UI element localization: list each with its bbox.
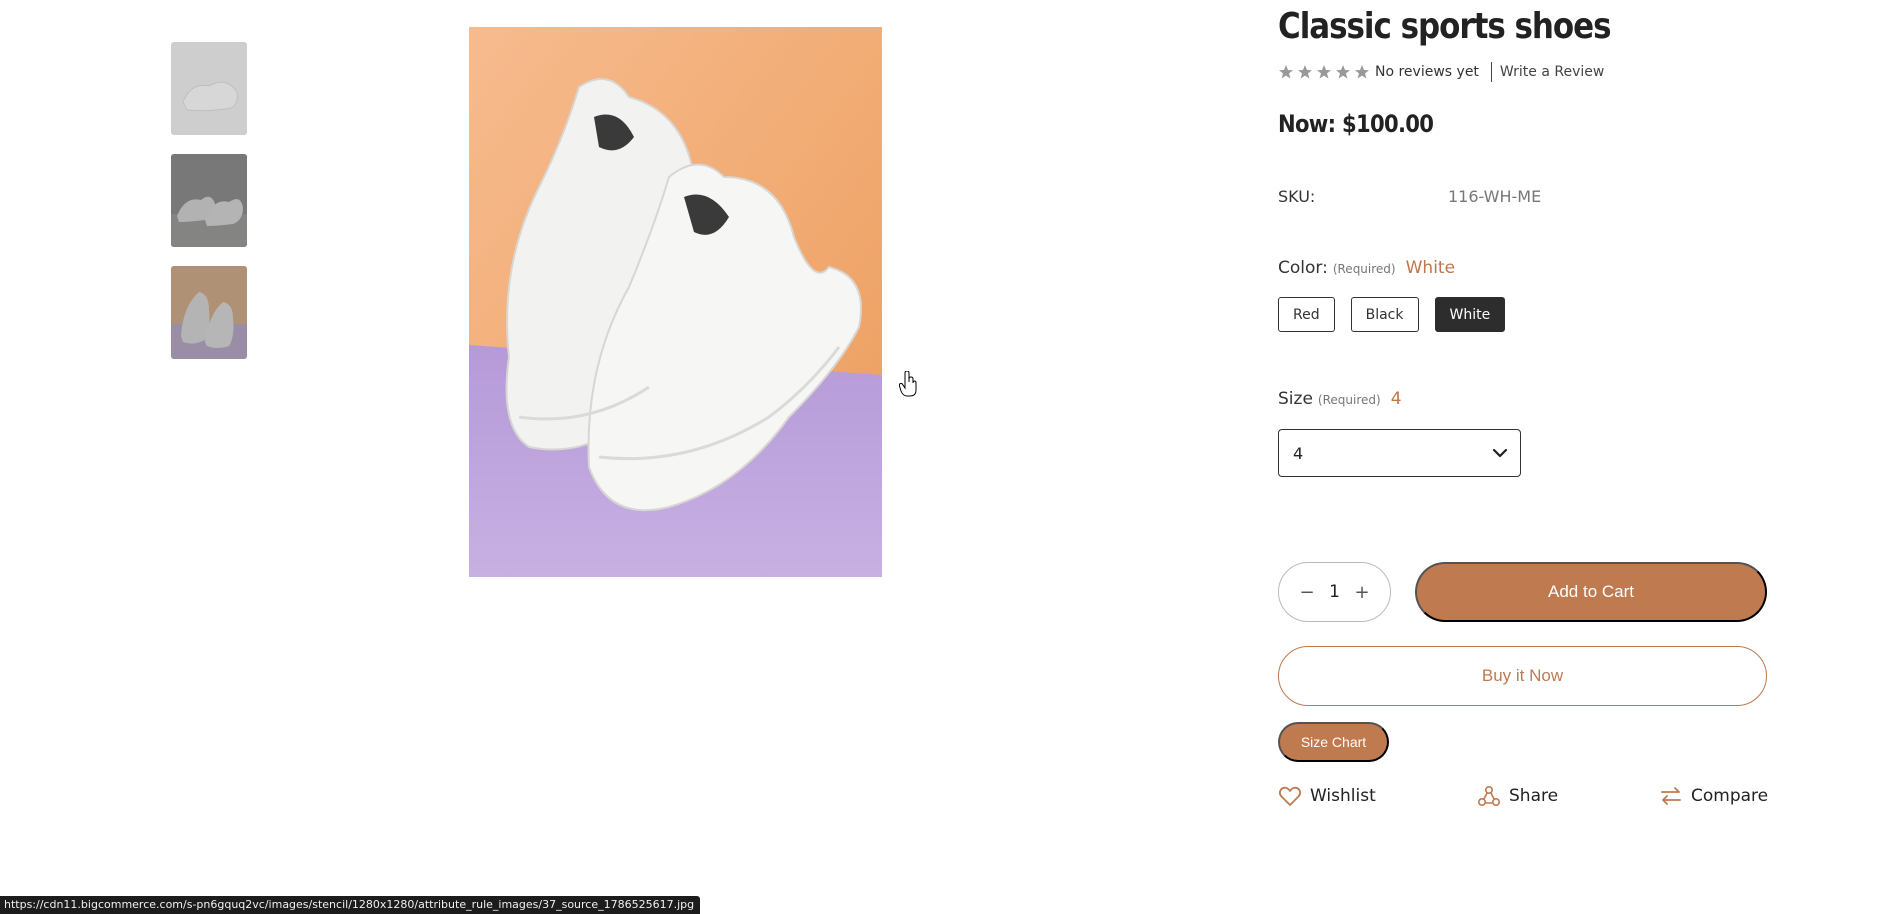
- sku-value: 116-WH-ME: [1448, 187, 1542, 206]
- size-chart-button[interactable]: Size Chart: [1278, 722, 1389, 762]
- add-to-cart-button[interactable]: Add to Cart: [1415, 562, 1767, 622]
- thumbnail-2[interactable]: [171, 154, 247, 247]
- thumbnail-list: [171, 42, 247, 378]
- heart-icon: [1278, 786, 1302, 806]
- star-icon: [1317, 65, 1331, 79]
- star-icon: [1336, 65, 1350, 79]
- share-button[interactable]: Share: [1477, 785, 1558, 807]
- color-label: Color:: [1278, 258, 1328, 278]
- color-swatches: Red Black White: [1278, 297, 1506, 332]
- wishlist-button[interactable]: Wishlist: [1278, 785, 1376, 807]
- color-option-black[interactable]: Black: [1350, 297, 1419, 332]
- compare-arrows-icon: [1661, 787, 1681, 805]
- thumbnail-3[interactable]: [171, 266, 247, 359]
- thumbnail-image-1: [171, 42, 247, 135]
- hand-cursor-icon: [899, 371, 917, 397]
- product-price: Now: $100.00: [1278, 110, 1434, 138]
- size-select-value: 4: [1293, 443, 1304, 463]
- size-option-header: Size (Required) 4: [1278, 389, 1402, 409]
- thumbnail-image-3: [171, 266, 247, 359]
- star-icon: [1298, 65, 1312, 79]
- color-option-header: Color: (Required) White: [1278, 258, 1455, 278]
- share-icon: [1477, 785, 1501, 807]
- write-review-link[interactable]: Write a Review: [1500, 64, 1604, 80]
- compare-label: Compare: [1691, 786, 1769, 806]
- quantity-value[interactable]: 1: [1329, 582, 1340, 602]
- quantity-stepper: − 1 +: [1278, 562, 1391, 622]
- quantity-decrease-button[interactable]: −: [1299, 582, 1315, 603]
- product-rating: No reviews yet Write a Review: [1278, 62, 1604, 82]
- color-required: (Required): [1332, 262, 1396, 276]
- rating-divider: [1490, 62, 1492, 82]
- size-selected-value: 4: [1390, 389, 1402, 409]
- product-title: Classic sports shoes: [1278, 6, 1612, 47]
- size-label: Size: [1278, 389, 1313, 409]
- color-option-white[interactable]: White: [1434, 297, 1506, 332]
- wishlist-label: Wishlist: [1310, 786, 1376, 806]
- thumbnail-1[interactable]: [171, 42, 247, 135]
- buy-now-button[interactable]: Buy it Now: [1278, 646, 1767, 706]
- share-label: Share: [1509, 786, 1559, 806]
- color-option-red[interactable]: Red: [1278, 297, 1335, 332]
- star-icon: [1279, 65, 1293, 79]
- browser-status-url: https://cdn11.bigcommerce.com/s-pn6gquq2…: [0, 896, 701, 914]
- size-required: (Required): [1317, 393, 1381, 407]
- compare-button[interactable]: Compare: [1659, 785, 1768, 807]
- product-photo: [469, 27, 882, 577]
- main-product-image[interactable]: [469, 27, 882, 577]
- product-actions: Wishlist Share Compare: [1278, 785, 1768, 809]
- quantity-increase-button[interactable]: +: [1354, 582, 1370, 603]
- chevron-down-icon: [1492, 448, 1508, 458]
- star-rating: [1278, 64, 1370, 80]
- size-select[interactable]: 4: [1278, 429, 1521, 477]
- color-selected-value: White: [1405, 258, 1456, 278]
- reviews-count: No reviews yet: [1375, 64, 1479, 80]
- thumbnail-image-2: [171, 154, 247, 247]
- star-icon: [1355, 65, 1369, 79]
- sku-label: SKU:: [1278, 187, 1316, 206]
